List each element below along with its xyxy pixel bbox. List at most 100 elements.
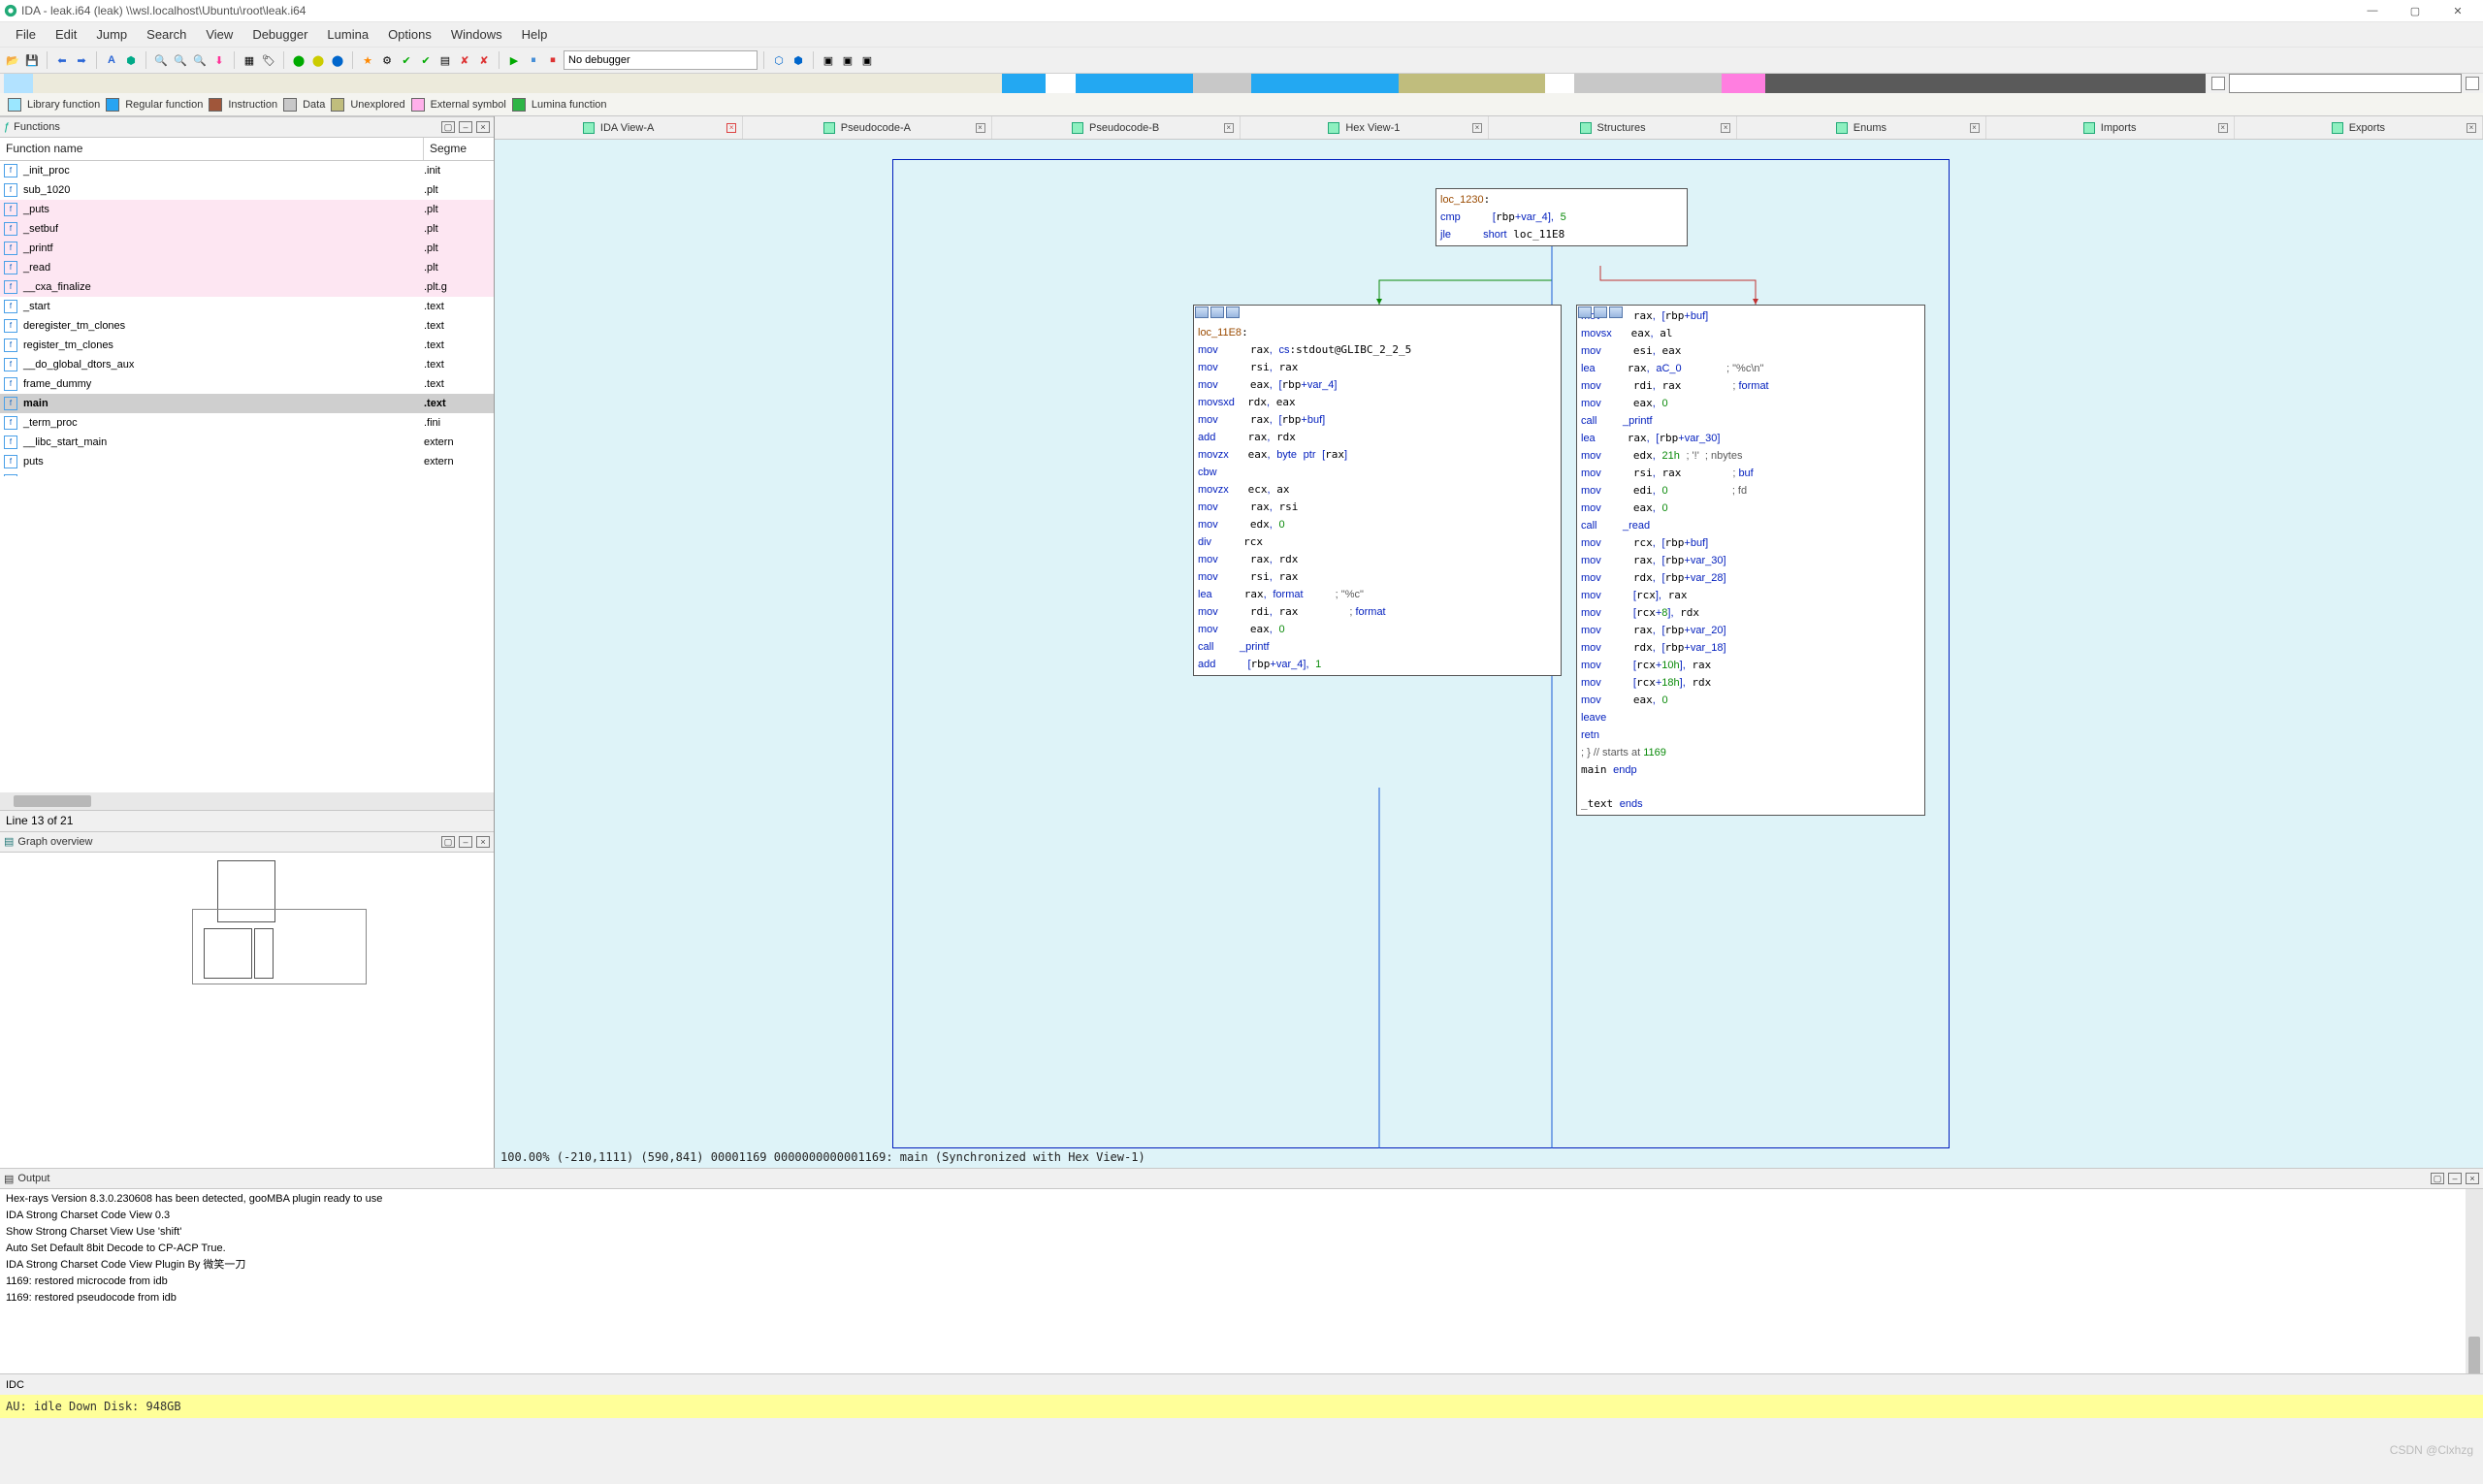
tab-close-icon[interactable]: × [976,123,985,133]
segbar-slice[interactable] [1251,74,1398,93]
segbar-slice[interactable] [1765,74,2206,93]
del-icon[interactable]: ✘ [456,51,473,69]
open-icon[interactable]: 📂 [4,51,21,69]
function-row[interactable]: f__do_global_dtors_aux.text [0,355,494,374]
menu-file[interactable]: File [6,27,46,42]
ov-close-icon[interactable]: × [476,836,490,848]
tab-close-icon[interactable]: × [726,123,736,133]
function-row[interactable]: f__cxa_finalize.plt.g [0,277,494,297]
menu-jump[interactable]: Jump [86,27,137,42]
tab-ida-view-a[interactable]: IDA View-A× [495,116,743,139]
segbar-slice[interactable] [1076,74,1193,93]
menu-view[interactable]: View [196,27,242,42]
graph-overview-body[interactable] [0,853,494,1168]
menu-edit[interactable]: Edit [46,27,86,42]
window-maximize[interactable]: ▢ [2402,5,2429,17]
idc-row[interactable]: IDC [0,1373,2483,1395]
menu-help[interactable]: Help [512,27,558,42]
ov-min-icon[interactable]: – [459,836,472,848]
segbar-slice[interactable] [1722,74,1765,93]
tab-structures[interactable]: Structures× [1489,116,1737,139]
function-row[interactable]: fframe_dummy.text [0,374,494,394]
col-name[interactable]: Function name [0,138,424,160]
tab-close-icon[interactable]: × [2218,123,2228,133]
pause-icon[interactable]: ⏸ [525,51,542,69]
function-row[interactable]: f_puts.plt [0,200,494,219]
search-dn-icon[interactable]: 🔍 [172,51,189,69]
function-row[interactable]: fputsextern [0,452,494,471]
tab-close-icon[interactable]: × [1721,123,1730,133]
menu-options[interactable]: Options [378,27,441,42]
panel-close-icon[interactable]: × [476,121,490,133]
function-row[interactable]: fderegister_tm_clones.text [0,316,494,336]
tick1-icon[interactable]: ✔ [398,51,415,69]
tool-b-icon[interactable]: ▣ [839,51,856,69]
segbar-slice[interactable] [1545,74,1574,93]
segbar-slice[interactable] [1399,74,1545,93]
node-left[interactable]: loc_11E8: mov rax, cs:stdout@GLIBC_2_2_5… [1193,305,1562,676]
back-icon[interactable]: ⬅ [53,51,71,69]
tool-c-icon[interactable]: ▣ [858,51,876,69]
segbar-slice[interactable] [1574,74,1721,93]
function-row[interactable]: f_setbuf.plt [0,219,494,239]
gear-icon[interactable]: ⚙ [378,51,396,69]
output-body[interactable]: Hex-rays Version 8.3.0.230608 has been d… [0,1189,2483,1373]
search-hex-icon[interactable]: 🔍 [191,51,209,69]
fwd-icon[interactable]: ➡ [73,51,90,69]
functions-list[interactable]: f_init_proc.initfsub_1020.pltf_puts.pltf… [0,161,494,476]
output-scrollbar[interactable] [2466,1189,2483,1373]
graph2-icon[interactable]: ⬢ [790,51,807,69]
segbar-slice[interactable] [1193,74,1252,93]
star-icon[interactable]: ★ [359,51,376,69]
dot-green-icon[interactable]: ⬤ [290,51,307,69]
debugger-combo[interactable]: No debugger [564,50,758,70]
segbar-slice[interactable] [1046,74,1075,93]
panel-pop-icon[interactable]: ▢ [441,121,455,133]
ov-pop-icon[interactable]: ▢ [441,836,455,848]
play-icon[interactable]: ▶ [505,51,523,69]
tick2-icon[interactable]: ✔ [417,51,435,69]
del2-icon[interactable]: ✘ [475,51,493,69]
tab-close-icon[interactable]: × [1224,123,1234,133]
segbar-slice[interactable] [4,74,33,93]
menu-lumina[interactable]: Lumina [317,27,378,42]
tab-close-icon[interactable]: × [2467,123,2476,133]
function-row[interactable]: f_start.text [0,297,494,316]
stop-icon[interactable]: ⏹ [544,51,562,69]
col-segment[interactable]: Segme [424,138,494,160]
doc-icon[interactable]: ▤ [436,51,454,69]
bin-icon[interactable]: ⬢ [122,51,140,69]
function-row[interactable]: f_term_proc.fini [0,413,494,433]
function-row[interactable]: f_read.plt [0,258,494,277]
tab-pseudocode-b[interactable]: Pseudocode-B× [992,116,1241,139]
function-row[interactable]: fmain.text [0,394,494,413]
nav-prev[interactable] [2211,77,2225,90]
tab-enums[interactable]: Enums× [1737,116,1985,139]
tab-close-icon[interactable]: × [1970,123,1980,133]
graph-icon[interactable]: ⬡ [770,51,788,69]
function-row[interactable]: fregister_tm_clones.text [0,336,494,355]
save-icon[interactable]: 💾 [23,51,41,69]
segbar-slice[interactable] [33,74,1002,93]
segment-bar[interactable] [4,74,2206,93]
menu-search[interactable]: Search [137,27,196,42]
tab-imports[interactable]: Imports× [1986,116,2235,139]
tag-icon[interactable]: 🏷 [260,51,277,69]
nav-next[interactable] [2466,77,2479,90]
menu-windows[interactable]: Windows [441,27,512,42]
graph-canvas[interactable]: loc_1230: cmp [rbp+var_4], 5 jle short l… [495,140,2483,1168]
tab-pseudocode-a[interactable]: Pseudocode-A× [743,116,991,139]
out-close-icon[interactable]: × [2466,1173,2479,1184]
window-minimize[interactable]: — [2359,5,2386,17]
tab-hex-view-1[interactable]: Hex View-1× [1241,116,1489,139]
tab-close-icon[interactable]: × [1472,123,1482,133]
segbar-slice[interactable] [1002,74,1046,93]
menu-debugger[interactable]: Debugger [242,27,317,42]
function-row[interactable]: f_init_proc.init [0,161,494,180]
text-icon[interactable]: A [103,51,120,69]
functions-horiz-scroll[interactable] [0,792,494,810]
tab-exports[interactable]: Exports× [2235,116,2483,139]
out-pop-icon[interactable]: ▢ [2431,1173,2444,1184]
panel-min-icon[interactable]: – [459,121,472,133]
grid-icon[interactable]: ▦ [241,51,258,69]
